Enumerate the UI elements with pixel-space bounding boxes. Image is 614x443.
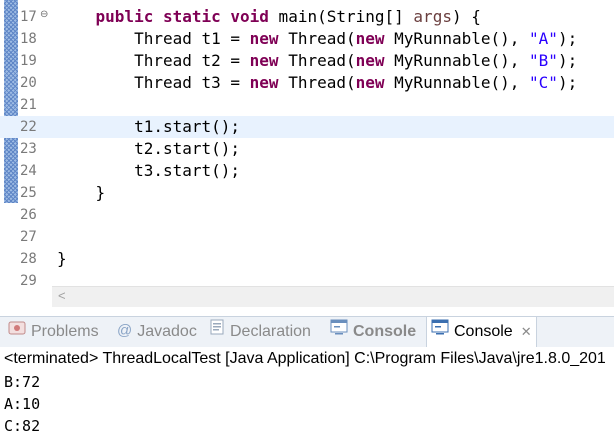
line-number: 23 xyxy=(20,141,37,157)
code-line[interactable]: 18 Thread t1 = new Thread(new MyRunnable… xyxy=(0,28,614,50)
line-number: 19 xyxy=(20,53,37,69)
code-line[interactable]: 26 xyxy=(0,204,614,226)
string-token: "A" xyxy=(529,29,558,48)
code-token: t3.start(); xyxy=(57,161,241,180)
code-text: public static void main(String[] args) { xyxy=(57,6,481,28)
code-text: Thread t3 = new Thread(new MyRunnable(),… xyxy=(57,72,577,94)
keyword-token: new xyxy=(355,73,385,92)
code-token: Thread t3 = xyxy=(57,73,250,92)
code-token: } xyxy=(57,249,67,268)
code-line[interactable]: 17 ⊖ public static void main(String[] arg… xyxy=(0,6,614,28)
code-text: t1.start(); xyxy=(57,116,240,138)
code-line[interactable]: 23 t2.start(); xyxy=(0,138,614,160)
tab-console-1[interactable]: Console xyxy=(330,317,416,347)
code-token: ); xyxy=(557,29,578,48)
code-text: } xyxy=(57,248,67,270)
tab-problems[interactable]: Problems xyxy=(8,317,99,347)
parameter-token: args xyxy=(413,7,452,26)
code-token: MyRunnable(), xyxy=(384,29,530,48)
code-token: t2.start(); xyxy=(57,139,241,158)
line-number: 26 xyxy=(20,207,37,223)
line-number: 21 xyxy=(20,97,37,113)
code-token: Thread t1 = xyxy=(57,29,250,48)
tab-declaration[interactable]: Declaration xyxy=(209,317,311,347)
line-number: 25 xyxy=(20,185,37,201)
code-token: Thread( xyxy=(278,73,356,92)
code-token: ); xyxy=(557,51,578,70)
tab-console-2[interactable]: Console ✕ xyxy=(426,317,537,348)
code-token: t1.start(); xyxy=(57,117,241,136)
close-icon[interactable]: ✕ xyxy=(521,317,532,347)
line-number: 27 xyxy=(20,229,37,245)
keyword-token: public static void xyxy=(95,7,269,26)
console-icon xyxy=(330,316,348,346)
code-token: Thread( xyxy=(278,51,356,70)
console-output-line: B:72 xyxy=(4,373,41,391)
problems-icon xyxy=(8,316,26,346)
scroll-left-icon[interactable]: < xyxy=(58,288,66,303)
code-line[interactable]: 21 xyxy=(0,94,614,116)
console-output-line: C:82 xyxy=(4,417,41,435)
tab-console-2-label: Console xyxy=(454,323,513,341)
horizontal-scrollbar[interactable]: < xyxy=(52,286,614,307)
keyword-token: new xyxy=(355,51,385,70)
line-number: 20 xyxy=(20,75,37,91)
code-text: t3.start(); xyxy=(57,160,240,182)
fold-collapse-icon[interactable]: ⊖ xyxy=(40,9,48,20)
tab-problems-label: Problems xyxy=(31,323,99,341)
line-number: 22 xyxy=(20,119,37,135)
views-tab-bar: Problems @ Javadoc Declaration Console Co… xyxy=(0,316,614,348)
keyword-token: new xyxy=(249,29,279,48)
line-number: 29 xyxy=(20,273,37,289)
code-line[interactable]: 25 } xyxy=(0,182,614,204)
at-icon: @ xyxy=(117,322,133,339)
keyword-token: new xyxy=(355,29,385,48)
code-token: } xyxy=(57,183,106,202)
code-token: Thread( xyxy=(278,29,356,48)
line-number: 17 xyxy=(20,9,37,25)
code-editor[interactable]: 17 ⊖ public static void main(String[] arg… xyxy=(0,0,614,309)
declaration-icon xyxy=(209,316,225,346)
string-token: "C" xyxy=(529,73,558,92)
code-line[interactable]: 20 Thread t3 = new Thread(new MyRunnable… xyxy=(0,72,614,94)
line-number: 28 xyxy=(20,251,37,267)
code-line[interactable]: 27 xyxy=(0,226,614,248)
keyword-token: new xyxy=(249,73,279,92)
string-token: "B" xyxy=(529,51,558,70)
code-token: MyRunnable(), xyxy=(384,73,530,92)
tab-console-1-label: Console xyxy=(353,323,417,341)
code-line[interactable]: 19 Thread t2 = new Thread(new MyRunnable… xyxy=(0,50,614,72)
code-token: ); xyxy=(557,73,578,92)
line-number: 24 xyxy=(20,163,37,179)
console-status: <terminated> ThreadLocalTest [Java Appli… xyxy=(4,350,606,367)
console-output-line: A:10 xyxy=(4,395,41,413)
current-line[interactable]: 22 t1.start(); xyxy=(0,116,614,138)
code-token: MyRunnable(), xyxy=(384,51,530,70)
code-text: Thread t2 = new Thread(new MyRunnable(),… xyxy=(57,50,577,72)
console-icon xyxy=(431,316,449,346)
tab-declaration-label: Declaration xyxy=(230,323,311,341)
code-line[interactable]: 24 t3.start(); xyxy=(0,160,614,182)
code-token: Thread t2 = xyxy=(57,51,250,70)
tab-javadoc-label: Javadoc xyxy=(137,323,197,341)
line-number: 18 xyxy=(20,31,37,47)
code-token: main(String[] xyxy=(268,7,414,26)
code-text: Thread t1 = new Thread(new MyRunnable(),… xyxy=(57,28,577,50)
code-token: ) { xyxy=(451,7,481,26)
code-text: } xyxy=(57,182,106,204)
console-view[interactable]: <terminated> ThreadLocalTest [Java Appli… xyxy=(0,347,614,443)
code-text: t2.start(); xyxy=(57,138,240,160)
code-line[interactable]: 28} xyxy=(0,248,614,270)
tab-javadoc[interactable]: @ Javadoc xyxy=(117,317,197,347)
keyword-token: new xyxy=(249,51,279,70)
